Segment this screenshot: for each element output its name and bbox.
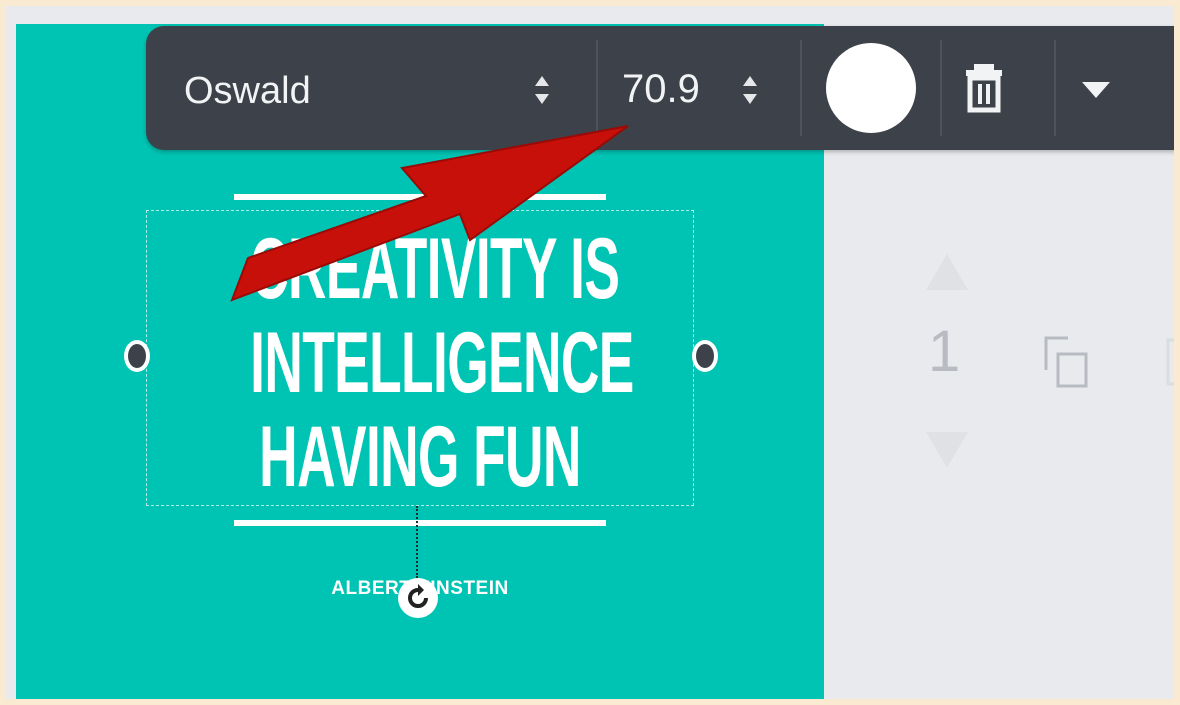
annotation-arrow — [230, 125, 629, 302]
